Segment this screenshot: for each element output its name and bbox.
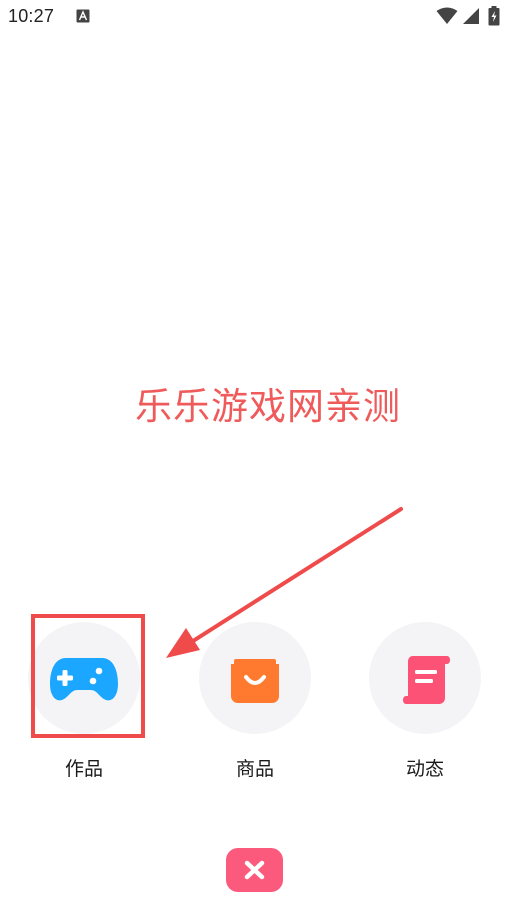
gamepad-icon [50,658,118,701]
option-goods-label: 商品 [235,758,274,780]
status-bar: 10:27 [0,0,509,34]
close-icon [244,860,265,880]
battery-charging-icon [488,6,500,26]
option-goods[interactable]: 商品 [199,622,311,792]
scroll-icon [403,656,450,704]
status-time: 10:27 [8,6,55,26]
watermark-text: 乐乐游戏网亲测 [135,385,401,428]
option-works[interactable]: 作品 [28,622,140,792]
option-works-label: 作品 [64,758,103,780]
font-icon [76,9,90,23]
shopping-bag-icon [231,659,279,703]
signal-icon [463,8,479,24]
option-dynamic[interactable]: 动态 [369,622,481,792]
close-button[interactable] [226,848,283,892]
wifi-icon [436,7,458,24]
publish-menu-screen: 10:27 乐乐游戏网亲测 作品 商品 动态 [0,0,509,909]
option-dynamic-label: 动态 [405,758,444,780]
